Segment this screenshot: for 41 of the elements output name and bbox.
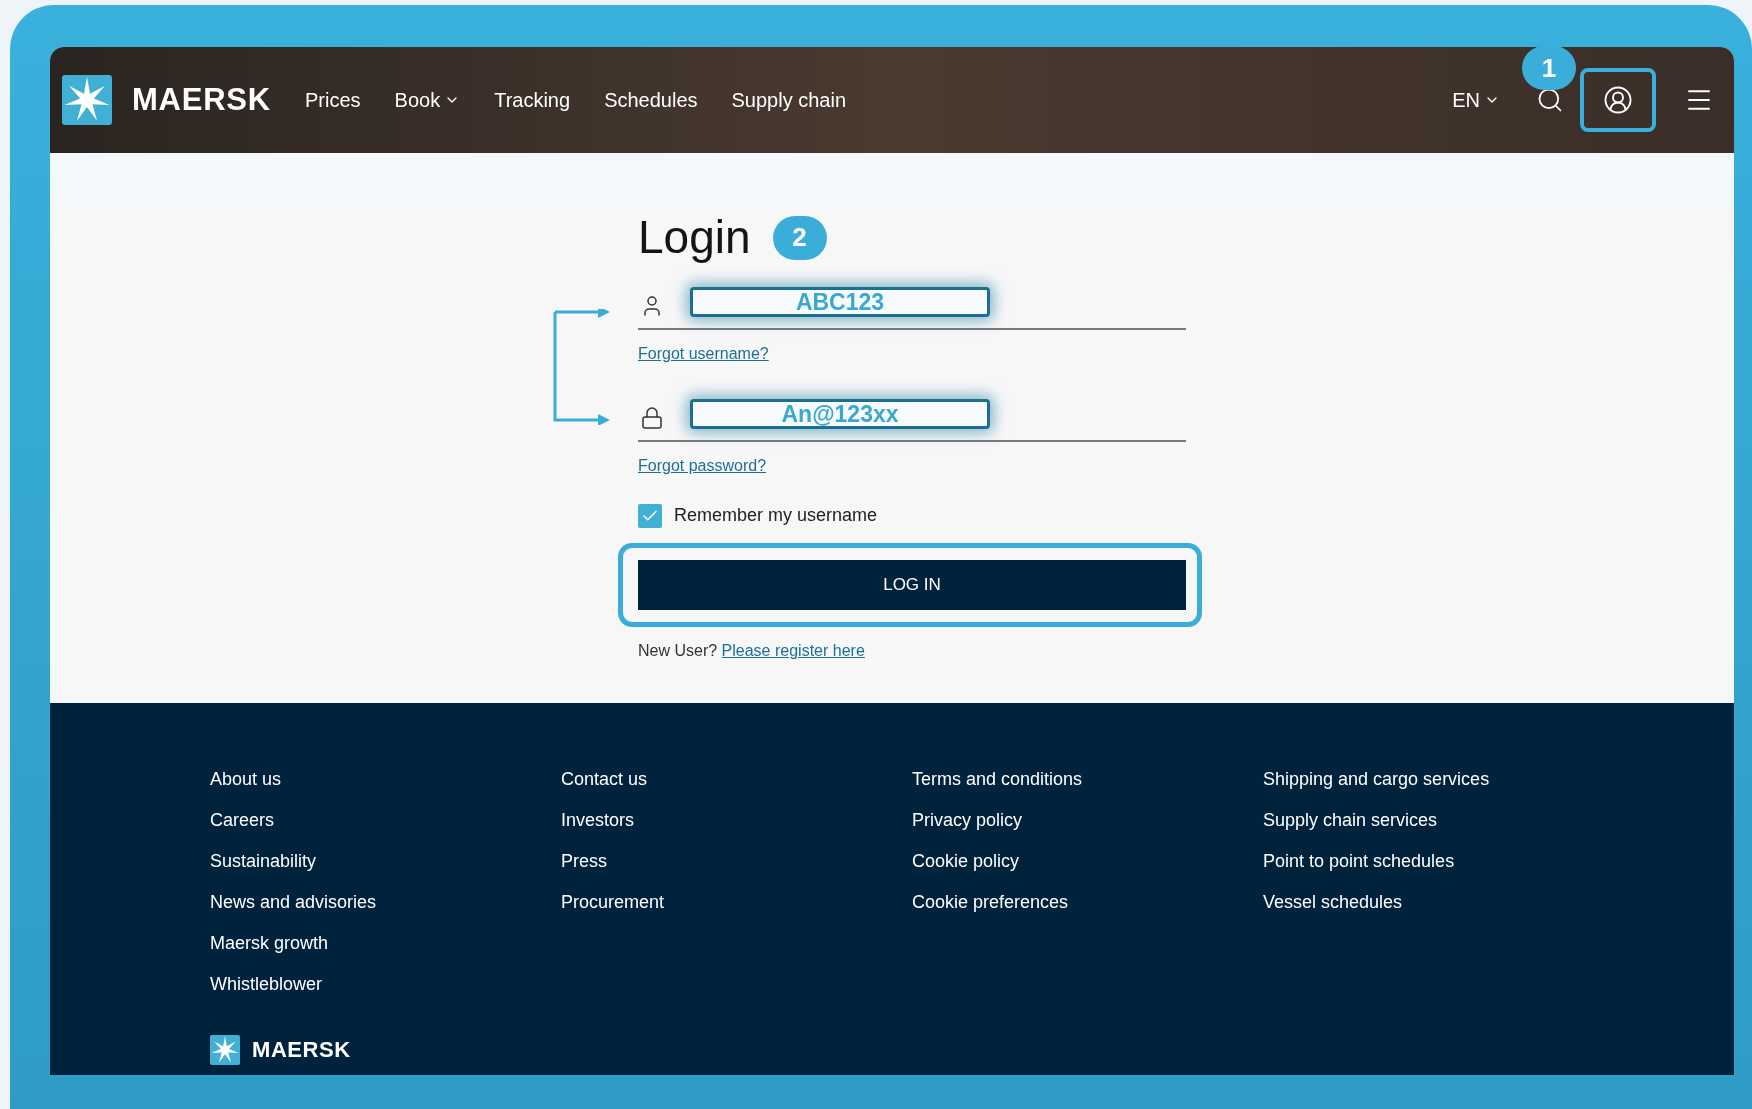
brand-logo-text: MAERSK: [132, 80, 271, 119]
footer-link[interactable]: Terms and conditions: [912, 767, 1083, 792]
nav-link[interactable]: Schedules: [604, 85, 698, 115]
footer-link[interactable]: Investors: [561, 808, 635, 833]
register-link[interactable]: Please register here: [721, 642, 865, 659]
forgot-link[interactable]: Forgot username?: [638, 342, 769, 366]
footer-link[interactable]: About us: [210, 767, 282, 792]
step-badge: 1: [1522, 47, 1576, 90]
login-button[interactable]: LOG IN: [638, 560, 1186, 610]
footer-link[interactable]: Maersk growth: [210, 931, 329, 956]
step-badge: 2: [772, 215, 827, 260]
footer-link[interactable]: Privacy policy: [912, 808, 1023, 833]
footer-link[interactable]: Whistleblower: [210, 972, 323, 997]
remember-checkbox[interactable]: [638, 503, 662, 528]
footer-link[interactable]: Procurement: [561, 890, 665, 915]
footer-link[interactable]: Cookie policy: [912, 849, 1020, 874]
remember-label: Remember my username: [674, 504, 878, 527]
footer-link[interactable]: Careers: [210, 808, 275, 833]
nav-link[interactable]: Book: [394, 85, 461, 115]
star-logo-icon: [210, 1034, 240, 1065]
forgot-link[interactable]: Forgot password?: [638, 454, 767, 478]
footer-link[interactable]: News and advisories: [210, 890, 377, 915]
user-icon: [1603, 85, 1633, 115]
language-button[interactable]: EN: [1452, 85, 1500, 115]
lock-icon: [640, 406, 664, 430]
register-prompt: New User? Please register here: [638, 641, 866, 661]
footer-link[interactable]: Contact us: [561, 767, 648, 792]
footer-link[interactable]: Point to point schedules: [1263, 849, 1455, 874]
nav-link[interactable]: Tracking: [494, 85, 571, 115]
footer-link[interactable]: Press: [561, 849, 607, 874]
footer-link[interactable]: Cookie preferences: [912, 890, 1069, 915]
brand-logo-text: MAERSK: [252, 1036, 351, 1064]
footer-link[interactable]: Supply chain services: [1263, 808, 1438, 833]
login-heading: Login: [638, 210, 751, 265]
footer-link[interactable]: Vessel schedules: [1263, 890, 1403, 915]
star-logo-icon: [62, 75, 112, 125]
footer-link[interactable]: Shipping and cargo services: [1263, 767, 1490, 792]
nav-link[interactable]: Prices: [305, 85, 361, 115]
nav-link[interactable]: Supply chain: [731, 85, 847, 115]
account-button[interactable]: [1580, 68, 1656, 132]
footer-link[interactable]: Sustainability: [210, 849, 317, 874]
